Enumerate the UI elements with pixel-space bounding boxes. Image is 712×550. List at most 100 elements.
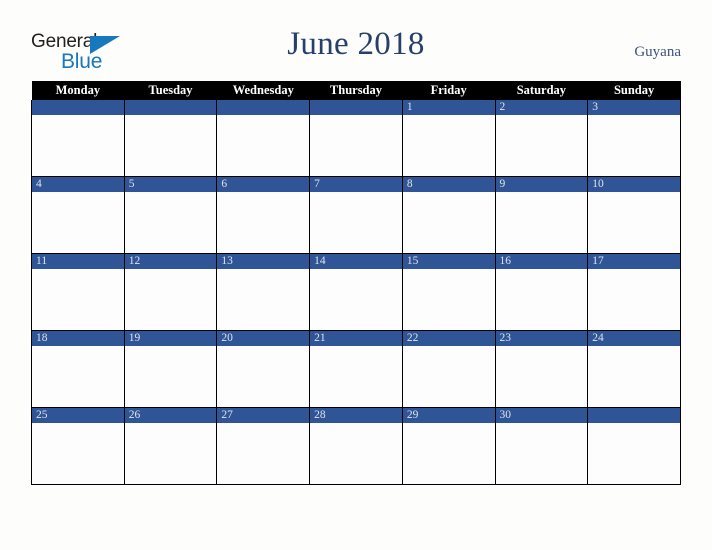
day-event-area[interactable] [32,423,124,484]
calendar-day-cell[interactable]: 19 [123,330,218,408]
day-event-area[interactable] [217,192,310,253]
calendar-day-cell[interactable]: 1 [401,100,496,177]
day-number: 4 [32,177,124,192]
calendar-day-cell[interactable]: 28 [309,407,403,485]
day-event-area[interactable] [310,269,402,330]
calendar-day-cell[interactable]: 15 [401,253,496,331]
calendar-day-cell[interactable]: 10 [587,176,681,254]
day-event-area[interactable] [310,115,402,176]
day-event-area[interactable] [310,423,402,484]
calendar-day-cell[interactable]: 21 [309,330,403,408]
day-event-area[interactable] [310,192,402,253]
day-cell-inner: 5 [124,177,217,253]
day-number: 18 [32,331,124,346]
calendar-day-cell[interactable]: 4 [31,176,125,254]
calendar-day-cell[interactable]: 13 [216,253,311,331]
calendar-day-cell[interactable]: 6 [216,176,311,254]
day-event-area[interactable] [402,192,495,253]
day-number: 23 [495,331,588,346]
calendar-empty-cell[interactable] [216,100,311,177]
calendar-empty-cell[interactable] [123,100,218,177]
calendar-day-cell[interactable]: 8 [401,176,496,254]
day-event-area[interactable] [402,423,495,484]
day-number: 12 [124,254,217,269]
day-number: 20 [217,331,310,346]
calendar-empty-cell[interactable] [309,100,403,177]
day-event-area[interactable] [124,346,217,407]
day-event-area[interactable] [495,115,588,176]
day-event-area[interactable] [310,346,402,407]
calendar-day-cell[interactable]: 18 [31,330,125,408]
calendar-day-cell[interactable]: 30 [494,407,589,485]
day-cell-inner [588,408,680,484]
calendar-day-cell[interactable]: 12 [123,253,218,331]
day-event-area[interactable] [588,269,680,330]
calendar-empty-cell[interactable] [587,407,681,485]
day-event-area[interactable] [495,346,588,407]
day-number: 11 [32,254,124,269]
day-event-area[interactable] [124,192,217,253]
day-event-area[interactable] [32,115,124,176]
day-event-area[interactable] [588,346,680,407]
day-cell-inner: 16 [495,254,588,330]
weekday-header-thursday: Thursday [309,81,403,100]
calendar-day-cell[interactable]: 9 [494,176,589,254]
calendar-header-row-group: Monday Tuesday Wednesday Thursday Friday Satu… [31,81,681,100]
calendar-day-cell[interactable]: 11 [31,253,125,331]
day-event-area[interactable] [588,192,680,253]
day-event-area[interactable] [217,269,310,330]
day-cell-inner: 26 [124,408,217,484]
day-cell-inner: 15 [402,254,495,330]
weekday-header-tuesday: Tuesday [124,81,217,100]
weekday-header-monday: Monday [31,81,125,100]
calendar-day-cell[interactable]: 24 [587,330,681,408]
calendar-day-cell[interactable]: 2 [494,100,589,177]
day-event-area[interactable] [32,192,124,253]
day-number: 9 [495,177,588,192]
calendar-day-cell[interactable]: 20 [216,330,311,408]
day-event-area[interactable] [217,346,310,407]
day-number: 5 [124,177,217,192]
day-event-area[interactable] [495,423,588,484]
calendar-day-cell[interactable]: 14 [309,253,403,331]
calendar-page: General Blue June 2018 Guyana Monday Tues… [0,0,712,550]
calendar-day-cell[interactable]: 29 [401,407,496,485]
day-number: 2 [495,100,588,115]
day-event-area[interactable] [124,115,217,176]
calendar-week-row: 4 5 6 7 8 9 10 [31,176,681,254]
day-event-area[interactable] [217,115,310,176]
calendar-day-cell[interactable]: 27 [216,407,311,485]
day-event-area[interactable] [32,269,124,330]
day-event-area[interactable] [402,115,495,176]
day-cell-inner: 3 [588,100,680,176]
day-event-area[interactable] [217,423,310,484]
day-cell-inner: 1 [402,100,495,176]
day-number: 21 [310,331,402,346]
calendar-day-cell[interactable]: 3 [587,100,681,177]
calendar-day-cell[interactable]: 25 [31,407,125,485]
calendar-week-row: 11 12 13 14 15 16 17 [31,253,681,331]
day-cell-inner: 2 [495,100,588,176]
day-cell-inner: 21 [310,331,402,407]
calendar-day-cell[interactable]: 16 [494,253,589,331]
day-event-area[interactable] [495,269,588,330]
calendar-day-cell[interactable]: 5 [123,176,218,254]
day-event-area[interactable] [495,192,588,253]
day-cell-inner: 19 [124,331,217,407]
day-cell-inner: 6 [217,177,310,253]
day-event-area[interactable] [402,346,495,407]
day-event-area[interactable] [402,269,495,330]
calendar-body: 1 2 3 4 5 6 7 8 9 10 11 12 13 14 15 16 17 18 19 20 21 22 23 24 2… [31,100,681,485]
day-event-area[interactable] [32,346,124,407]
calendar-day-cell[interactable]: 26 [123,407,218,485]
day-number [217,100,310,115]
day-event-area[interactable] [588,115,680,176]
day-event-area[interactable] [588,423,680,484]
day-event-area[interactable] [124,423,217,484]
calendar-day-cell[interactable]: 22 [401,330,496,408]
day-event-area[interactable] [124,269,217,330]
calendar-day-cell[interactable]: 17 [587,253,681,331]
calendar-day-cell[interactable]: 23 [494,330,589,408]
calendar-empty-cell[interactable] [31,100,125,177]
calendar-day-cell[interactable]: 7 [309,176,403,254]
